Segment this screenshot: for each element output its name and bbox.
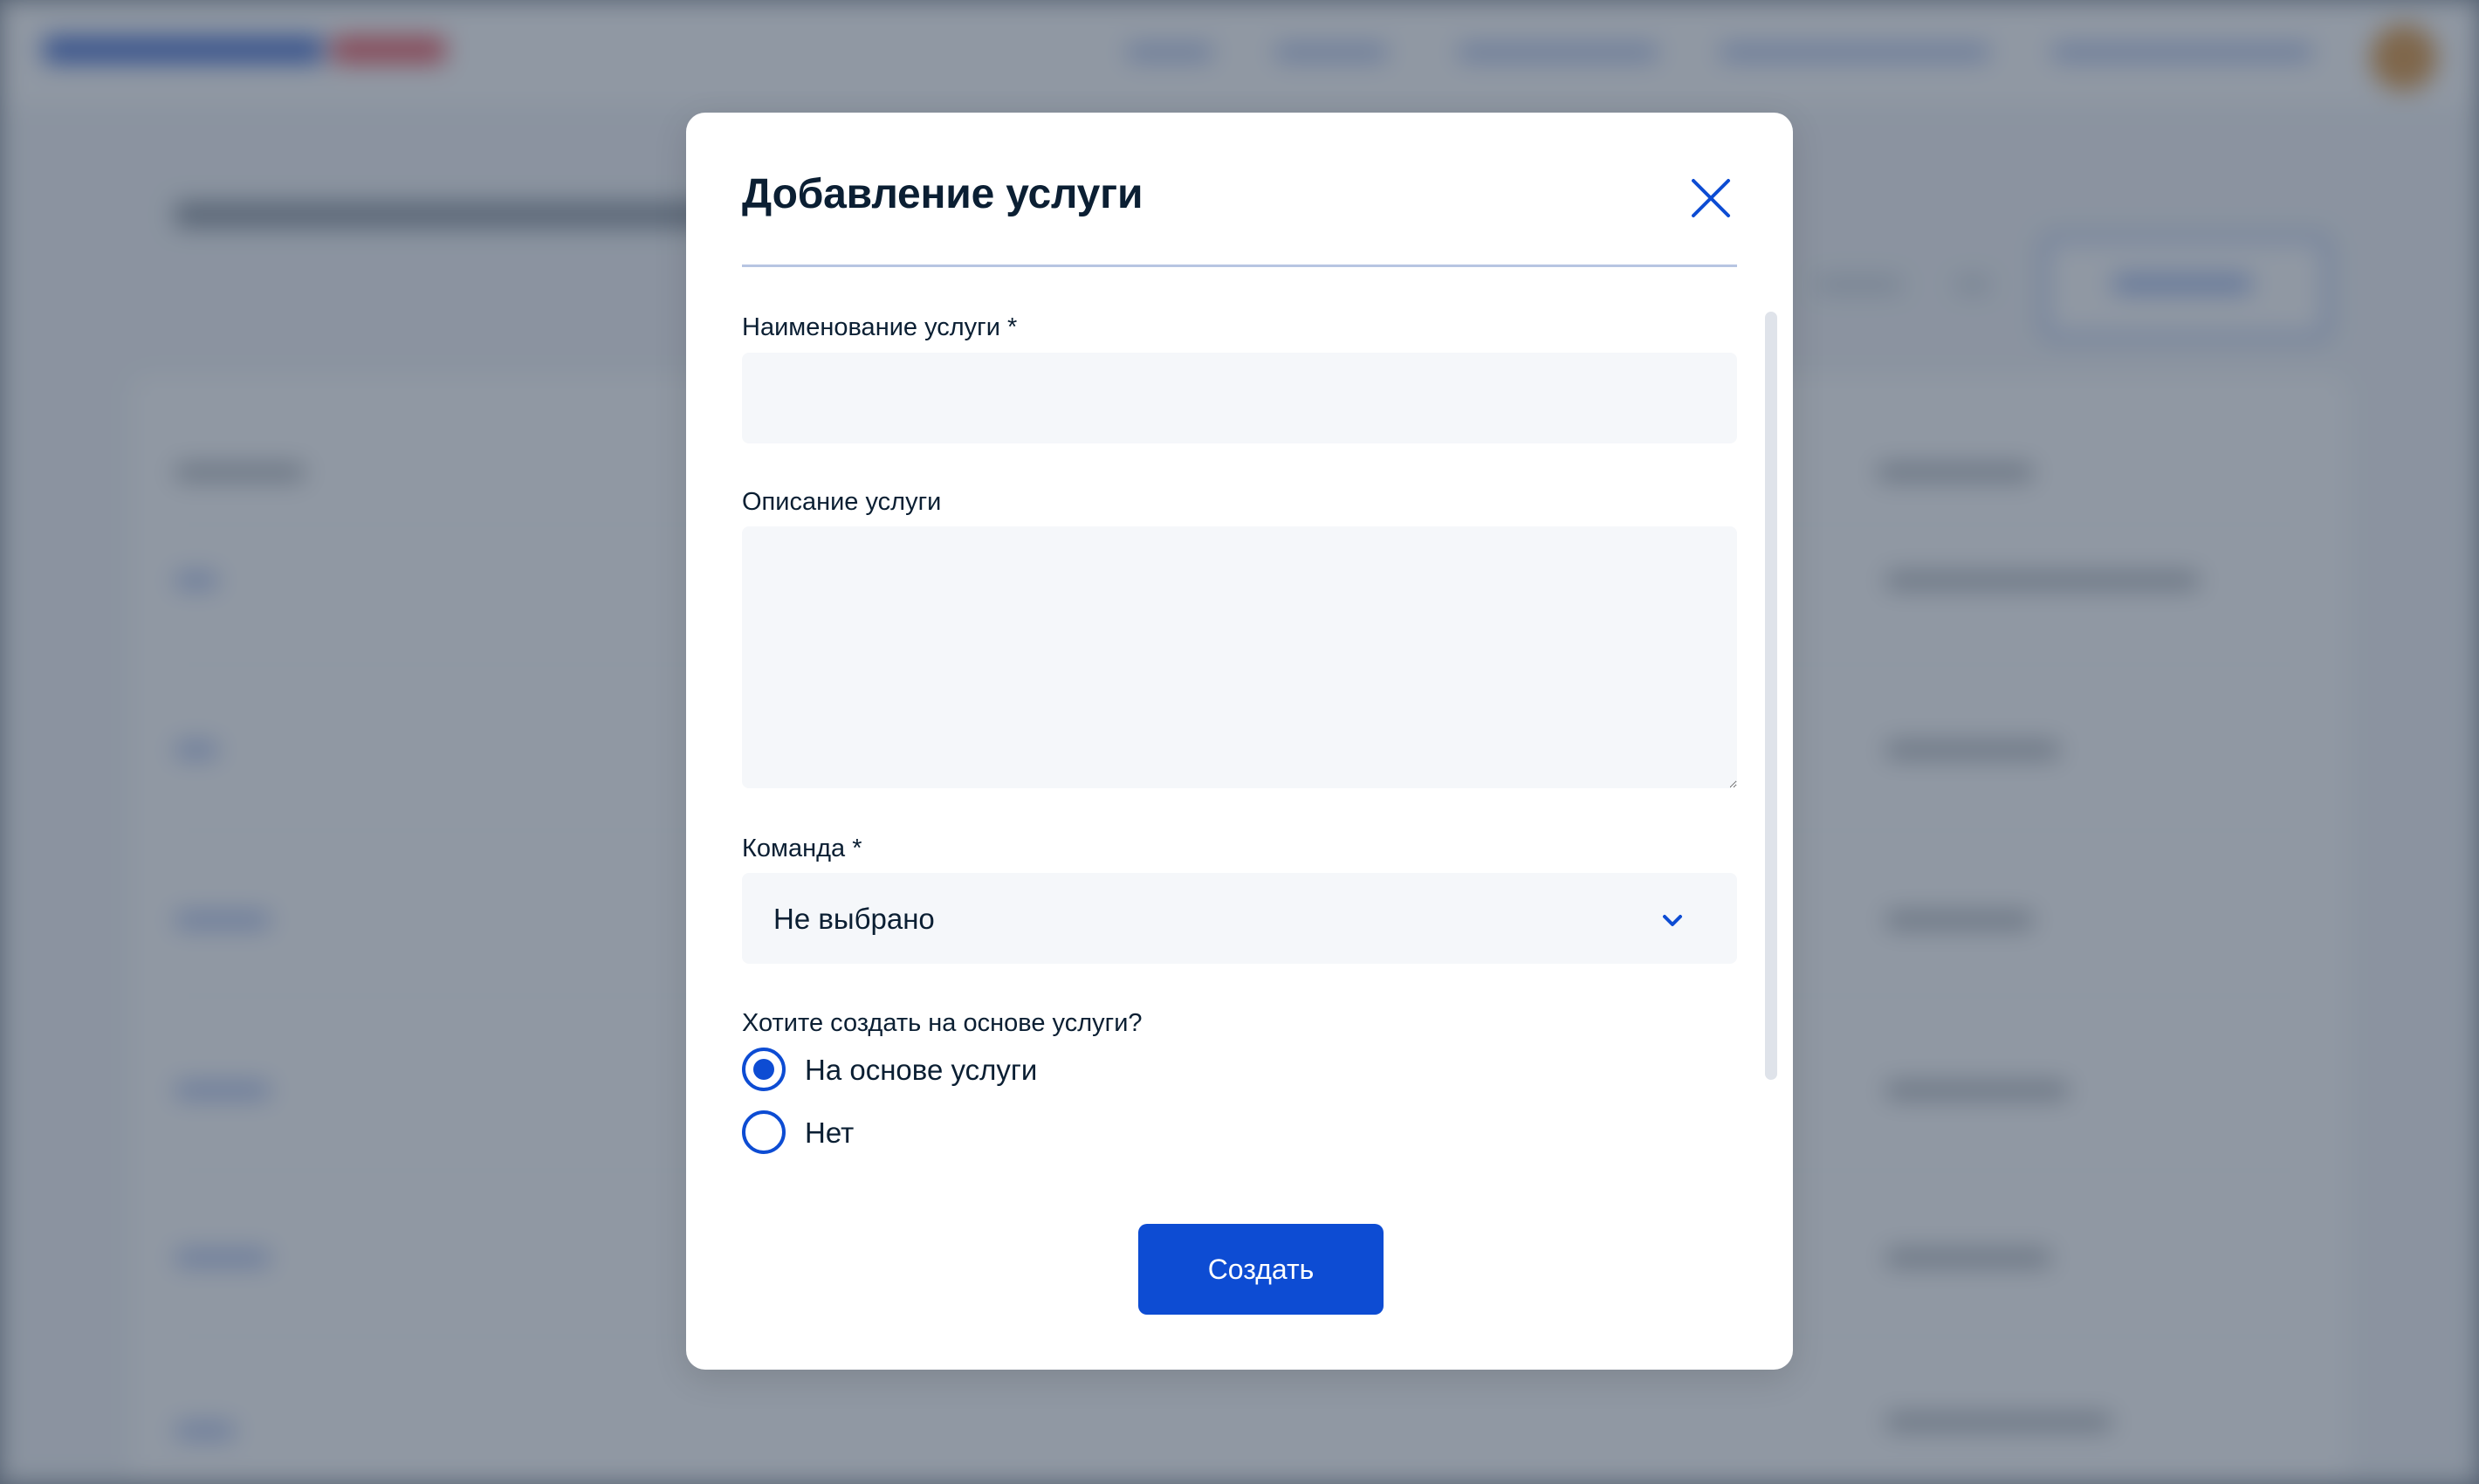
radio-option-based-on-service[interactable]: На основе услуги	[742, 1048, 1353, 1093]
modal-scrollbar[interactable]	[1765, 312, 1777, 1080]
add-service-modal: Добавление услуги Наименование услуги * …	[686, 113, 1793, 1370]
radio-button-unchecked[interactable]	[742, 1110, 786, 1154]
radio-selected-dot	[753, 1059, 774, 1080]
team-label: Команда *	[742, 835, 862, 862]
modal-scrollbar-thumb[interactable]	[1765, 312, 1777, 1080]
service-name-label: Наименование услуги *	[742, 313, 1018, 341]
radio-option-label: Нет	[805, 1116, 855, 1149]
service-name-input[interactable]	[742, 353, 1737, 443]
close-button[interactable]	[1688, 175, 1734, 221]
title-divider	[742, 265, 1737, 267]
chevron-down-icon	[1663, 915, 1682, 926]
service-description-label: Описание услуги	[742, 488, 942, 516]
service-description-textarea[interactable]	[742, 526, 1737, 788]
close-icon	[1692, 179, 1730, 217]
radio-button-checked[interactable]	[742, 1048, 786, 1091]
modal-title: Добавление услуги	[742, 171, 1143, 217]
create-button[interactable]: Создать	[1138, 1224, 1384, 1315]
team-select-value: Не выбрано	[773, 903, 935, 935]
based-on-question-label: Хотите создать на основе услуги?	[742, 1009, 1143, 1037]
team-select[interactable]: Не выбрано	[742, 873, 1737, 964]
radio-option-no[interactable]: Нет	[742, 1110, 1353, 1156]
radio-option-label: На основе услуги	[805, 1054, 1038, 1086]
